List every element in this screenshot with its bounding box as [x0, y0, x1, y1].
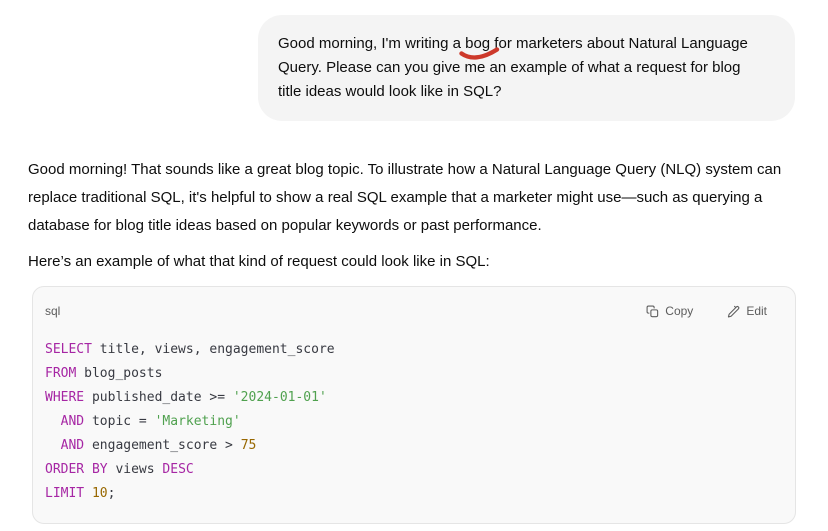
code-line: AND engagement_score > 75	[45, 434, 783, 458]
code-language-label: sql	[45, 297, 60, 325]
code-token-plain: published_date >=	[84, 390, 233, 405]
code-token-string: '2024-01-01'	[233, 390, 327, 405]
code-token-keyword: AND	[61, 414, 84, 429]
code-token-plain	[45, 438, 61, 453]
code-line: LIMIT 10;	[45, 482, 783, 506]
code-token-plain: engagement_score >	[84, 438, 241, 453]
copy-icon	[646, 305, 659, 318]
code-token-keyword: FROM	[45, 366, 76, 381]
code-token-number: 10	[92, 486, 108, 501]
code-line: FROM blog_posts	[45, 362, 783, 386]
code-line: SELECT title, views, engagement_score	[45, 338, 783, 362]
user-message-bubble: Good morning, I'm writing a bog for mark…	[258, 15, 795, 121]
code-token-keyword: AND	[61, 438, 84, 453]
edit-button-label: Edit	[746, 304, 767, 318]
code-line: AND topic = 'Marketing'	[45, 410, 783, 434]
code-token-plain: title, views, engagement_score	[92, 342, 335, 357]
code-token-string: 'Marketing'	[155, 414, 241, 429]
code-block-actions: Copy Edit	[646, 302, 767, 320]
code-token-plain	[45, 414, 61, 429]
copy-button-label: Copy	[665, 304, 693, 318]
edit-button[interactable]: Edit	[727, 302, 767, 320]
code-token-plain: topic =	[84, 414, 154, 429]
code-token-keyword: WHERE	[45, 390, 84, 405]
code-token-plain: views	[108, 462, 163, 477]
copy-button[interactable]: Copy	[646, 302, 693, 320]
chat-page: Good morning, I'm writing a bog for mark…	[0, 0, 828, 531]
code-token-keyword: LIMIT	[45, 486, 84, 501]
code-token-plain	[84, 486, 92, 501]
misspelled-word: bog	[465, 35, 490, 52]
user-text-before: Good morning, I'm writing a	[278, 35, 465, 52]
code-line: WHERE published_date >= '2024-01-01'	[45, 386, 783, 410]
sql-code-block: sql Copy Edit SELECT title, views, engag…	[32, 286, 796, 524]
assistant-message: Good morning! That sounds like a great b…	[28, 156, 796, 524]
assistant-paragraph-2: Here’s an example of what that kind of r…	[28, 248, 796, 276]
misspelled-word-text: bog	[465, 35, 490, 52]
code-token-plain: blog_posts	[76, 366, 162, 381]
code-token-keyword: ORDER BY	[45, 462, 108, 477]
user-message-text: Good morning, I'm writing a bog for mark…	[278, 32, 750, 104]
assistant-paragraph-1: Good morning! That sounds like a great b…	[28, 156, 796, 240]
pencil-icon	[727, 305, 740, 318]
code-token-keyword: DESC	[162, 462, 193, 477]
sql-code: SELECT title, views, engagement_scoreFRO…	[33, 325, 795, 523]
code-line: ORDER BY views DESC	[45, 458, 783, 482]
code-block-header: sql Copy Edit	[33, 287, 795, 325]
code-token-plain: ;	[108, 486, 116, 501]
user-message-row: Good morning, I'm writing a bog for mark…	[258, 15, 795, 121]
code-token-keyword: SELECT	[45, 342, 92, 357]
code-token-number: 75	[241, 438, 257, 453]
